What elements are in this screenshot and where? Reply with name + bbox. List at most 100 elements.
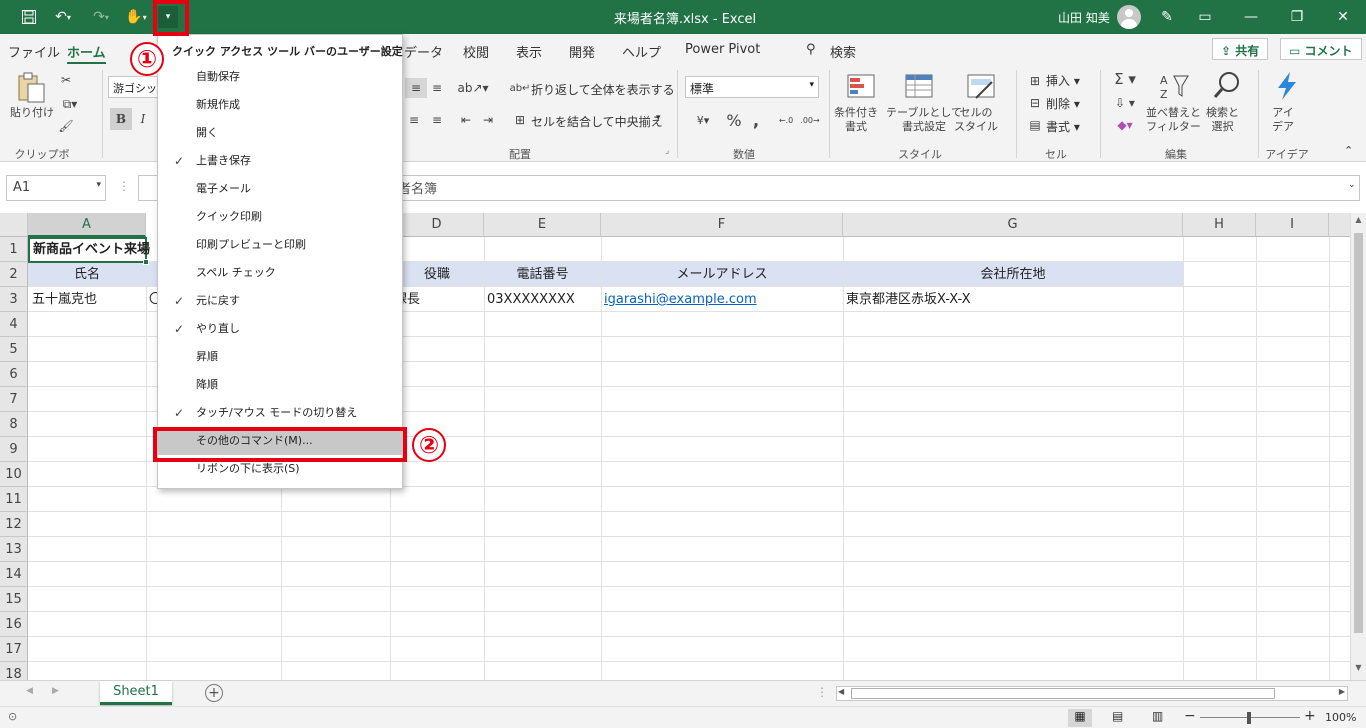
- align-left-icon[interactable]: ≡: [405, 110, 423, 130]
- cell-a3[interactable]: 五十嵐克也: [32, 288, 97, 312]
- format-as-table-icon[interactable]: [904, 72, 934, 102]
- percent-icon[interactable]: %: [724, 110, 744, 130]
- zoom-out-icon[interactable]: −: [1184, 708, 1196, 724]
- merge-center-button[interactable]: セルを結合して中央揃え: [531, 113, 663, 130]
- collapse-ribbon-icon[interactable]: ⌃: [1344, 144, 1353, 157]
- row-header[interactable]: 4: [0, 312, 28, 337]
- name-box[interactable]: A1 ▾: [6, 175, 106, 201]
- paste-icon[interactable]: [16, 72, 46, 103]
- search-icon[interactable]: ⚲: [806, 42, 816, 57]
- sort-filter-button[interactable]: 並べ替えと フィルター: [1146, 106, 1201, 134]
- minimize-icon[interactable]: —: [1240, 6, 1262, 28]
- decrease-decimal-icon[interactable]: .00→: [800, 110, 820, 130]
- add-sheet-icon[interactable]: +: [205, 684, 223, 702]
- increase-decimal-icon[interactable]: ←.0: [776, 110, 796, 130]
- cell-e2[interactable]: 電話番号: [484, 263, 601, 287]
- close-icon[interactable]: ✕: [1332, 6, 1354, 28]
- menu-item[interactable]: やり直し ✓: [158, 315, 402, 343]
- insert-button[interactable]: 挿入 ▾: [1046, 72, 1080, 89]
- menu-item[interactable]: 電子メール: [158, 175, 402, 203]
- avatar[interactable]: [1117, 5, 1141, 29]
- save-icon[interactable]: [18, 6, 40, 28]
- find-select-icon[interactable]: [1212, 70, 1242, 100]
- cell-g3[interactable]: 東京都港区赤坂X-X-X: [846, 288, 971, 312]
- cut-icon[interactable]: ✂: [58, 72, 74, 88]
- cell-styles-button[interactable]: セルの スタイル: [954, 106, 998, 134]
- decrease-indent-icon[interactable]: ⇤: [458, 110, 474, 130]
- row-header[interactable]: 14: [0, 562, 28, 587]
- format-cells-icon[interactable]: ▤: [1026, 116, 1044, 134]
- share-button[interactable]: ⇪ 共有: [1212, 38, 1269, 60]
- prev-sheet-icon[interactable]: ◀: [26, 686, 33, 696]
- select-all-corner[interactable]: [0, 213, 28, 237]
- row-header[interactable]: 18: [0, 662, 28, 680]
- row-header[interactable]: 10: [0, 462, 28, 487]
- restore-icon[interactable]: ❐: [1286, 6, 1308, 28]
- row-header[interactable]: 8: [0, 412, 28, 437]
- col-header-f[interactable]: F: [601, 213, 843, 237]
- scroll-down-icon[interactable]: ▼: [1351, 663, 1366, 677]
- fill-icon[interactable]: ⇩ ▾: [1110, 94, 1140, 112]
- undo-icon[interactable]: ↶ ▾: [48, 6, 78, 28]
- delete-button[interactable]: 削除 ▾: [1046, 95, 1080, 112]
- col-header-e[interactable]: E: [484, 213, 601, 237]
- macro-record-icon[interactable]: ⊙: [8, 710, 17, 723]
- row-header[interactable]: 13: [0, 537, 28, 562]
- cell-e3[interactable]: 03XXXXXXXX: [487, 288, 575, 312]
- cell-a1[interactable]: 新商品イベント来場: [33, 238, 150, 262]
- menu-item[interactable]: 自動保存: [158, 63, 402, 91]
- merge-dropdown-icon[interactable]: ▾: [656, 113, 661, 123]
- tab-developer[interactable]: 開発: [569, 42, 595, 61]
- page-layout-icon[interactable]: ▤: [1112, 709, 1123, 723]
- vertical-scrollbar[interactable]: ▲ ▼: [1350, 213, 1366, 680]
- tab-data[interactable]: データ: [404, 42, 443, 61]
- row-header[interactable]: 7: [0, 387, 28, 412]
- expand-formula-icon[interactable]: ⌄: [1348, 180, 1356, 190]
- split-handle[interactable]: ⋮: [816, 685, 828, 699]
- scroll-left-icon[interactable]: ◀: [838, 687, 844, 696]
- copy-icon[interactable]: ⧉▾: [58, 96, 82, 112]
- touch-mode-icon[interactable]: ✋ ▾: [120, 6, 152, 28]
- scroll-thumb[interactable]: [1354, 233, 1363, 633]
- cell-styles-icon[interactable]: [966, 72, 996, 102]
- scroll-right-icon[interactable]: ▶: [1339, 687, 1345, 696]
- next-sheet-icon[interactable]: ▶: [52, 686, 59, 696]
- page-break-icon[interactable]: ▥: [1152, 709, 1163, 723]
- col-header-j[interactable]: [1329, 213, 1350, 237]
- row-header[interactable]: 5: [0, 337, 28, 362]
- row-header[interactable]: 9: [0, 437, 28, 462]
- row-header[interactable]: 15: [0, 587, 28, 612]
- find-select-button[interactable]: 検索と 選択: [1206, 106, 1239, 134]
- comment-button[interactable]: ▭ コメント: [1280, 38, 1362, 60]
- horizontal-scrollbar[interactable]: ◀ ▶: [836, 686, 1348, 701]
- cell-g2[interactable]: 会社所在地: [843, 263, 1183, 287]
- row-header[interactable]: 6: [0, 362, 28, 387]
- sheet-tab-sheet1[interactable]: Sheet1: [100, 681, 172, 705]
- insert-cells-icon[interactable]: ⊞: [1026, 72, 1044, 90]
- menu-item[interactable]: タッチ/マウス モードの切り替え ✓: [158, 399, 402, 427]
- tab-home[interactable]: ホーム: [67, 42, 106, 65]
- format-as-table-button[interactable]: テーブルとして 書式設定: [886, 106, 962, 134]
- redo-icon[interactable]: ↷ ▾: [86, 6, 116, 28]
- cell-f3-link[interactable]: igarashi@example.com: [604, 288, 757, 312]
- zoom-in-icon[interactable]: +: [1304, 708, 1316, 724]
- align-middle-icon[interactable]: ≡: [405, 78, 427, 98]
- accounting-format-icon[interactable]: ¥▾: [688, 110, 718, 130]
- col-header-h[interactable]: H: [1183, 213, 1256, 237]
- alignment-launcher-icon[interactable]: ⌟: [665, 146, 669, 156]
- merge-center-icon[interactable]: ⊞: [512, 110, 528, 130]
- clear-icon[interactable]: ◆▾: [1110, 116, 1140, 134]
- bold-icon[interactable]: B: [110, 108, 132, 130]
- row-header[interactable]: 2: [0, 262, 28, 287]
- cell-a2[interactable]: 氏名: [28, 263, 146, 287]
- orientation-icon[interactable]: ab↗▾: [457, 78, 488, 98]
- wrap-text-icon[interactable]: ab↵: [510, 78, 531, 98]
- row-header[interactable]: 1: [0, 237, 28, 262]
- conditional-format-button[interactable]: 条件付き 書式: [834, 106, 878, 134]
- ideas-button[interactable]: アイ デア: [1272, 106, 1294, 134]
- conditional-format-icon[interactable]: [846, 72, 876, 102]
- sort-filter-icon[interactable]: AZ: [1158, 72, 1189, 102]
- tab-help[interactable]: ヘルプ: [622, 42, 661, 61]
- tab-power-pivot[interactable]: Power Pivot: [685, 42, 760, 57]
- menu-item[interactable]: 降順: [158, 371, 402, 399]
